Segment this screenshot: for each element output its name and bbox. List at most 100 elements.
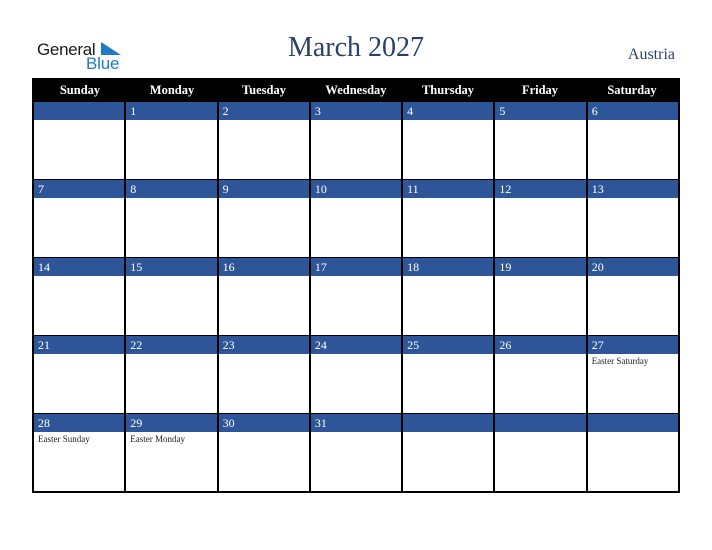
holiday-label (588, 432, 678, 434)
day-number: 12 (495, 180, 586, 198)
holiday-label (403, 120, 493, 122)
day-number: 4 (403, 102, 494, 120)
weekday-thursday: Thursday (421, 83, 475, 97)
day-number: 11 (403, 180, 494, 198)
day-cell: 16 (216, 258, 309, 335)
day-cell: 14 (34, 258, 125, 335)
holiday-label (403, 198, 493, 200)
holiday-label (495, 354, 585, 356)
calendar-grid: Sunday Monday Tuesday Wednesday Thursday… (32, 78, 680, 493)
day-number: 10 (310, 180, 402, 198)
week-row: 7 8 9 10 11 12 13 (34, 179, 678, 257)
holiday-label: Easter Saturday (591, 356, 649, 366)
weekday-sunday: Sunday (59, 83, 101, 97)
day-cell: 13 (585, 180, 678, 257)
day-number: 16 (218, 258, 309, 276)
holiday-label (219, 198, 309, 200)
day-number: 24 (310, 336, 402, 354)
day-cell: 28 Easter Sunday (34, 414, 125, 491)
day-number (495, 414, 586, 432)
day-number: 8 (126, 180, 217, 198)
day-cell: 27 Easter Saturday (585, 336, 678, 413)
day-cell: 23 (216, 336, 309, 413)
day-cell: 1 (124, 102, 217, 179)
holiday-label (403, 276, 493, 278)
day-number: 23 (218, 336, 309, 354)
day-number: 13 (587, 180, 678, 198)
day-cell: 12 (493, 180, 586, 257)
weekday-tuesday: Tuesday (241, 83, 286, 97)
holiday-label (34, 354, 124, 356)
day-cell: 19 (493, 258, 586, 335)
holiday-label (311, 432, 401, 434)
day-number: 2 (218, 102, 309, 120)
holiday-label (588, 276, 678, 278)
day-number: 5 (495, 102, 586, 120)
day-number: 18 (403, 258, 494, 276)
day-number: 19 (495, 258, 586, 276)
day-number: 15 (126, 258, 217, 276)
day-cell: 29 Easter Monday (124, 414, 217, 491)
day-cell (401, 414, 494, 491)
day-number: 14 (34, 258, 125, 276)
day-cell: 8 (124, 180, 217, 257)
weekday-saturday: Saturday (607, 83, 657, 97)
day-number: 29 (126, 414, 217, 432)
day-cell (585, 414, 678, 491)
day-cell: 25 (401, 336, 494, 413)
holiday-label (34, 276, 124, 278)
week-row: 28 Easter Sunday 29 Easter Monday 30 31 (34, 413, 678, 491)
day-number: 7 (34, 180, 125, 198)
day-number: 26 (495, 336, 586, 354)
day-number (587, 414, 678, 432)
day-number: 17 (310, 258, 402, 276)
weekday-wednesday: Wednesday (325, 83, 387, 97)
day-number: 31 (310, 414, 402, 432)
day-cell: 6 (585, 102, 678, 179)
holiday-label (126, 354, 216, 356)
week-row: 14 15 16 17 18 19 20 (34, 257, 678, 335)
holiday-label (34, 120, 124, 122)
holiday-label (311, 120, 401, 122)
holiday-label (126, 276, 216, 278)
day-cell: 3 (308, 102, 402, 179)
day-cell: 31 (308, 414, 402, 491)
holiday-label (588, 120, 678, 122)
day-number (34, 102, 125, 120)
day-cell: 20 (585, 258, 678, 335)
day-cell: 7 (34, 180, 125, 257)
holiday-label (495, 432, 585, 434)
weekday-header-row: Sunday Monday Tuesday Wednesday Thursday… (34, 78, 678, 102)
day-number: 25 (403, 336, 494, 354)
day-number: 22 (126, 336, 217, 354)
holiday-label (219, 120, 309, 122)
day-number: 27 (587, 336, 678, 354)
day-cell: 15 (124, 258, 217, 335)
day-cell: 11 (401, 180, 494, 257)
holiday-label (495, 120, 585, 122)
day-cell: 17 (308, 258, 402, 335)
day-cell: 30 (216, 414, 309, 491)
day-cell (34, 102, 125, 179)
day-number: 3 (310, 102, 402, 120)
day-cell: 26 (493, 336, 586, 413)
day-cell: 21 (34, 336, 125, 413)
holiday-label: Easter Sunday (38, 434, 90, 444)
day-cell: 24 (308, 336, 402, 413)
holiday-label (311, 354, 401, 356)
holiday-label: Easter Monday (130, 434, 186, 444)
week-row: 21 22 23 24 25 26 27 Easter Saturday (34, 335, 678, 413)
day-cell: 18 (401, 258, 494, 335)
day-cell: 22 (124, 336, 217, 413)
weekday-monday: Monday (149, 83, 195, 97)
holiday-label (219, 276, 309, 278)
day-cell: 5 (493, 102, 586, 179)
holiday-label (403, 432, 493, 434)
holiday-label (403, 354, 493, 356)
holiday-label (495, 276, 585, 278)
day-cell: 2 (216, 102, 309, 179)
holiday-label (588, 198, 678, 200)
day-number: 20 (587, 258, 678, 276)
holiday-label (219, 354, 309, 356)
weekday-friday: Friday (521, 83, 559, 97)
